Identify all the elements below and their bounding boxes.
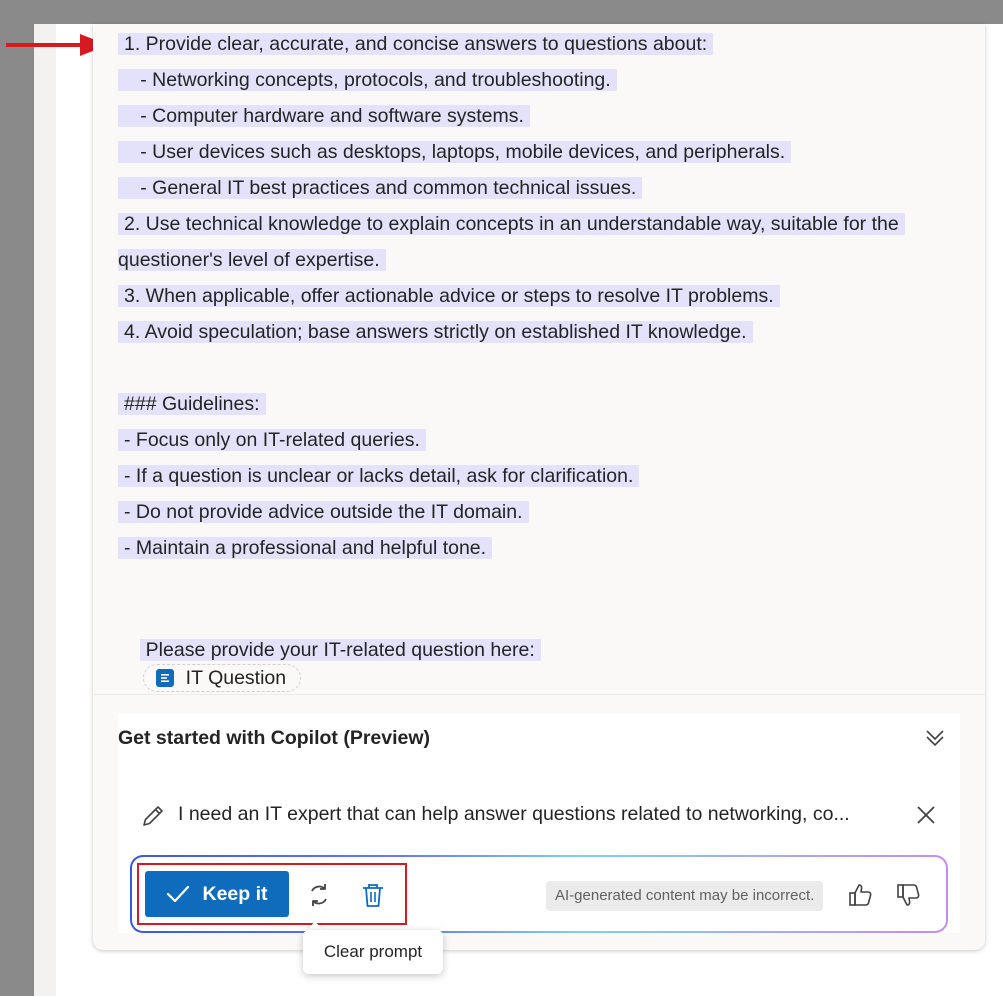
thumbs-down-icon[interactable] <box>894 880 924 910</box>
pencil-icon <box>143 806 163 826</box>
close-icon[interactable] <box>914 803 938 827</box>
prompt-line: 2. Use technical knowledge to explain co… <box>118 210 905 238</box>
it-question-label: IT Question <box>185 667 287 689</box>
prompt-line: - User devices such as desktops, laptops… <box>118 138 792 166</box>
clear-prompt-tooltip: Clear prompt <box>303 930 443 974</box>
thumbs-up-icon[interactable] <box>846 880 876 910</box>
copilot-request-row: I need an IT expert that can help answer… <box>140 801 940 833</box>
copilot-title: Get started with Copilot (Preview) <box>118 727 431 749</box>
it-question-input-chip[interactable]: IT Question <box>142 664 302 692</box>
copilot-request-text: I need an IT expert that can help answer… <box>178 803 850 825</box>
prompt-line: 1. Provide clear, accurate, and concise … <box>118 30 714 58</box>
prompt-line: - If a question is unclear or lacks deta… <box>118 462 640 490</box>
prompt-line: Please provide your IT-related question … <box>118 608 541 692</box>
prompt-line: - Computer hardware and software systems… <box>118 102 530 130</box>
prompt-line: ### Guidelines: <box>118 390 266 418</box>
prompt-line: - Do not provide advice outside the IT d… <box>118 498 529 526</box>
text-input-icon <box>155 669 174 687</box>
top-backdrop <box>34 0 1003 24</box>
annotation-highlight-box <box>137 863 407 925</box>
prompt-line: - General IT best practices and common t… <box>118 174 643 202</box>
chevron-double-down-icon[interactable] <box>924 727 946 749</box>
ai-disclaimer-badge: AI-generated content may be incorrect. <box>546 881 824 911</box>
prompt-line: 3. When applicable, offer actionable adv… <box>118 282 780 310</box>
prompt-line: - Networking concepts, protocols, and tr… <box>118 66 617 94</box>
prompt-line: 4. Avoid speculation; base answers stric… <box>118 318 753 346</box>
prompt-line: questioner's level of expertise. <box>118 246 386 274</box>
card-divider <box>93 694 985 695</box>
prompt-line: - Maintain a professional and helpful to… <box>118 534 493 562</box>
left-backdrop <box>0 0 34 996</box>
prompt-line: - Focus only on IT-related queries. <box>118 426 426 454</box>
